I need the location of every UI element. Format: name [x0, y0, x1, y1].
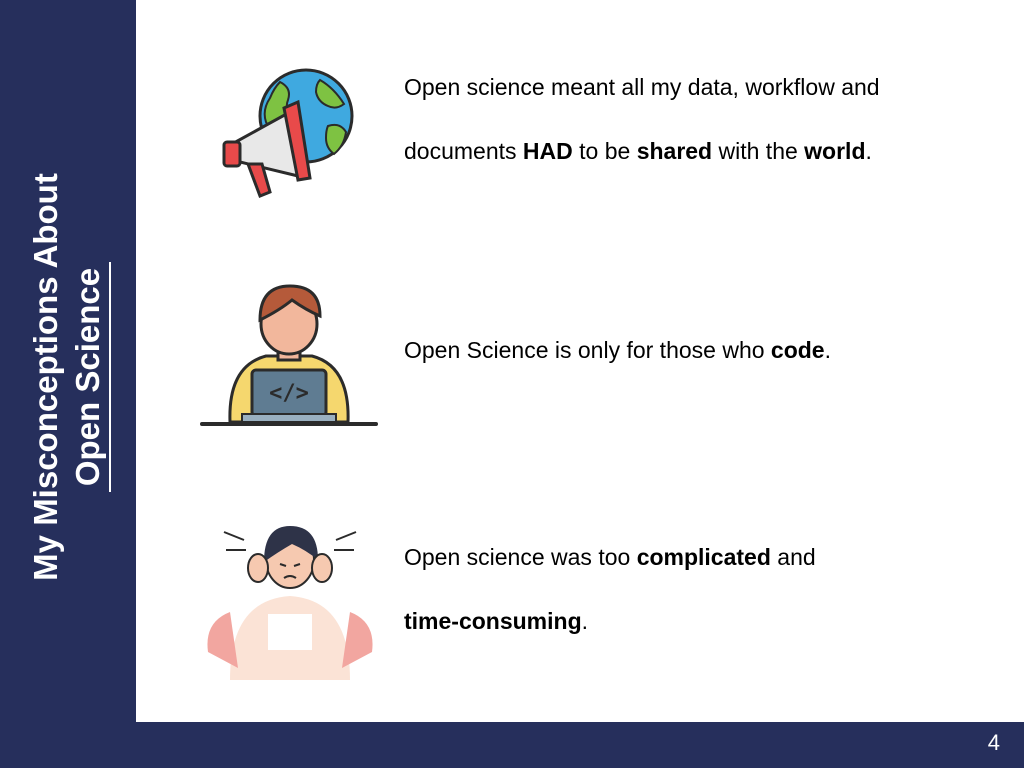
- item-3-text: Open science was too complicated and tim…: [404, 525, 816, 653]
- item-1-line-1: Open science meant all my data, workflow…: [404, 74, 880, 100]
- svg-text:</>: </>: [269, 381, 309, 406]
- slide-title: My Misconceptions About Open Science: [25, 142, 111, 612]
- title-line-2: Open Science: [67, 261, 111, 493]
- title-line-1: My Misconceptions About: [27, 173, 64, 581]
- item-3-line-1: Open science was too complicated and: [404, 544, 816, 570]
- item-3-line-2: time-consuming.: [404, 608, 589, 634]
- item-2-line-1: Open Science is only for those who code.: [404, 337, 831, 363]
- page-number: 4: [987, 730, 1000, 755]
- developer-laptop-icon: </>: [198, 282, 380, 435]
- megaphone-globe-icon: [220, 66, 360, 211]
- stressed-person-icon: [200, 522, 380, 687]
- footer-bar: [0, 722, 1024, 768]
- item-1-line-2: documents HAD to be shared with the worl…: [404, 138, 872, 164]
- item-2-text: Open Science is only for those who code.: [404, 318, 831, 382]
- item-1-text: Open science meant all my data, workflow…: [404, 55, 880, 183]
